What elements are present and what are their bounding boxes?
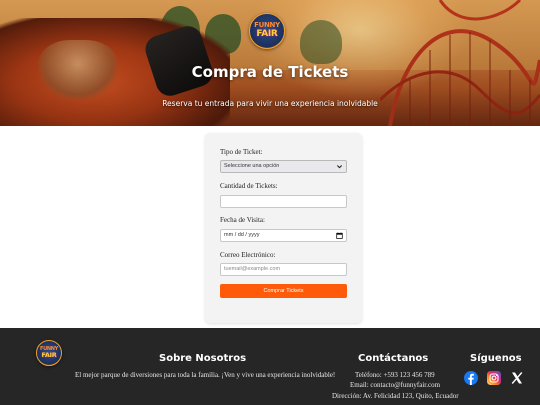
contact-phone: Teléfono: +593 123 456 789 [355, 371, 435, 379]
logo-text-line2: FAIR [41, 351, 57, 359]
contact-address: Dirección: Av. Felicidad 123, Quito, Ecu… [332, 392, 459, 400]
email-label: Correo Electrónico: [220, 251, 276, 259]
chevron-down-icon [336, 165, 343, 169]
calendar-icon[interactable] [336, 232, 343, 239]
email-input[interactable]: tuemail@example.com [220, 263, 347, 276]
email-placeholder: tuemail@example.com [224, 266, 281, 272]
contact-heading: Contáctanos [358, 353, 429, 364]
ticket-type-select[interactable]: Seleccione una opción [220, 160, 347, 173]
visit-date-input[interactable]: mm / dd / yyyy [220, 229, 347, 242]
contact-email[interactable]: Email: contacto@funnyfair.com [350, 381, 440, 389]
page-title: Compra de Tickets [191, 63, 349, 81]
x-icon[interactable] [510, 371, 524, 385]
ticket-type-selected-value: Seleccione una opción [224, 163, 280, 169]
ticket-quantity-label: Cantidad de Tickets: [220, 182, 278, 190]
buy-tickets-button[interactable]: Comprar Tickets [220, 284, 347, 298]
funny-fair-logo[interactable]: FUNNY FAIR [249, 13, 285, 49]
social-heading: Síguenos [470, 353, 522, 364]
ticket-form: Tipo de Ticket: Seleccione una opción Ca… [205, 133, 362, 323]
about-text: El mejor parque de diversiones para toda… [75, 371, 336, 379]
logo-text-line1: FUNNY [254, 21, 280, 29]
facebook-icon[interactable] [464, 371, 478, 385]
visit-date-placeholder: mm / dd / yyyy [224, 232, 260, 238]
visit-date-label: Fecha de Visita: [220, 216, 265, 224]
page-subtitle: Reserva tu entrada para vivir una experi… [162, 99, 378, 108]
logo-text-line2: FAIR [256, 29, 278, 39]
ticket-type-label: Tipo de Ticket: [220, 148, 263, 156]
about-heading: Sobre Nosotros [159, 353, 247, 364]
hero-banner: FUNNY FAIR Compra de Tickets Reserva tu … [0, 0, 540, 126]
ticket-quantity-input[interactable] [220, 195, 347, 208]
footer: FUNNY FAIR Sobre Nosotros El mejor parqu… [0, 328, 540, 405]
instagram-icon[interactable] [487, 371, 501, 385]
footer-logo[interactable]: FUNNY FAIR [36, 340, 62, 366]
